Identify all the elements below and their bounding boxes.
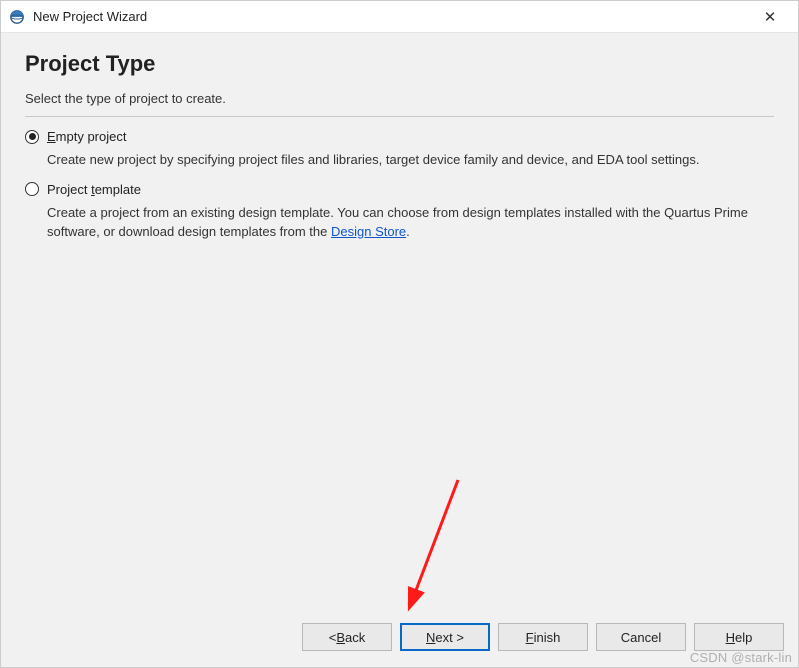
back-button[interactable]: < Back: [302, 623, 392, 651]
radio-project-template[interactable]: Project template: [25, 182, 774, 197]
radio-icon: [25, 182, 39, 196]
app-icon: [9, 9, 25, 25]
close-icon: ✕: [764, 8, 777, 26]
cancel-button[interactable]: Cancel: [596, 623, 686, 651]
window-title: New Project Wizard: [33, 9, 750, 24]
option-description: Create new project by specifying project…: [47, 150, 774, 170]
divider: [25, 116, 774, 117]
radio-label: Empty project: [47, 129, 126, 144]
option-description: Create a project from an existing design…: [47, 203, 774, 242]
next-button[interactable]: Next >: [400, 623, 490, 651]
option-project-template: Project template Create a project from a…: [25, 182, 774, 242]
option-empty-project: Empty project Create new project by spec…: [25, 129, 774, 170]
wizard-content: Project Type Select the type of project …: [1, 33, 798, 607]
finish-button[interactable]: Finish: [498, 623, 588, 651]
page-subtitle: Select the type of project to create.: [25, 91, 774, 106]
design-store-link[interactable]: Design Store: [331, 224, 406, 239]
wizard-footer: < Back Next > Finish Cancel Help: [1, 607, 798, 667]
close-button[interactable]: ✕: [750, 2, 790, 32]
radio-label: Project template: [47, 182, 141, 197]
radio-icon: [25, 130, 39, 144]
page-title: Project Type: [25, 51, 774, 77]
radio-empty-project[interactable]: Empty project: [25, 129, 774, 144]
titlebar: New Project Wizard ✕: [1, 1, 798, 33]
help-button[interactable]: Help: [694, 623, 784, 651]
